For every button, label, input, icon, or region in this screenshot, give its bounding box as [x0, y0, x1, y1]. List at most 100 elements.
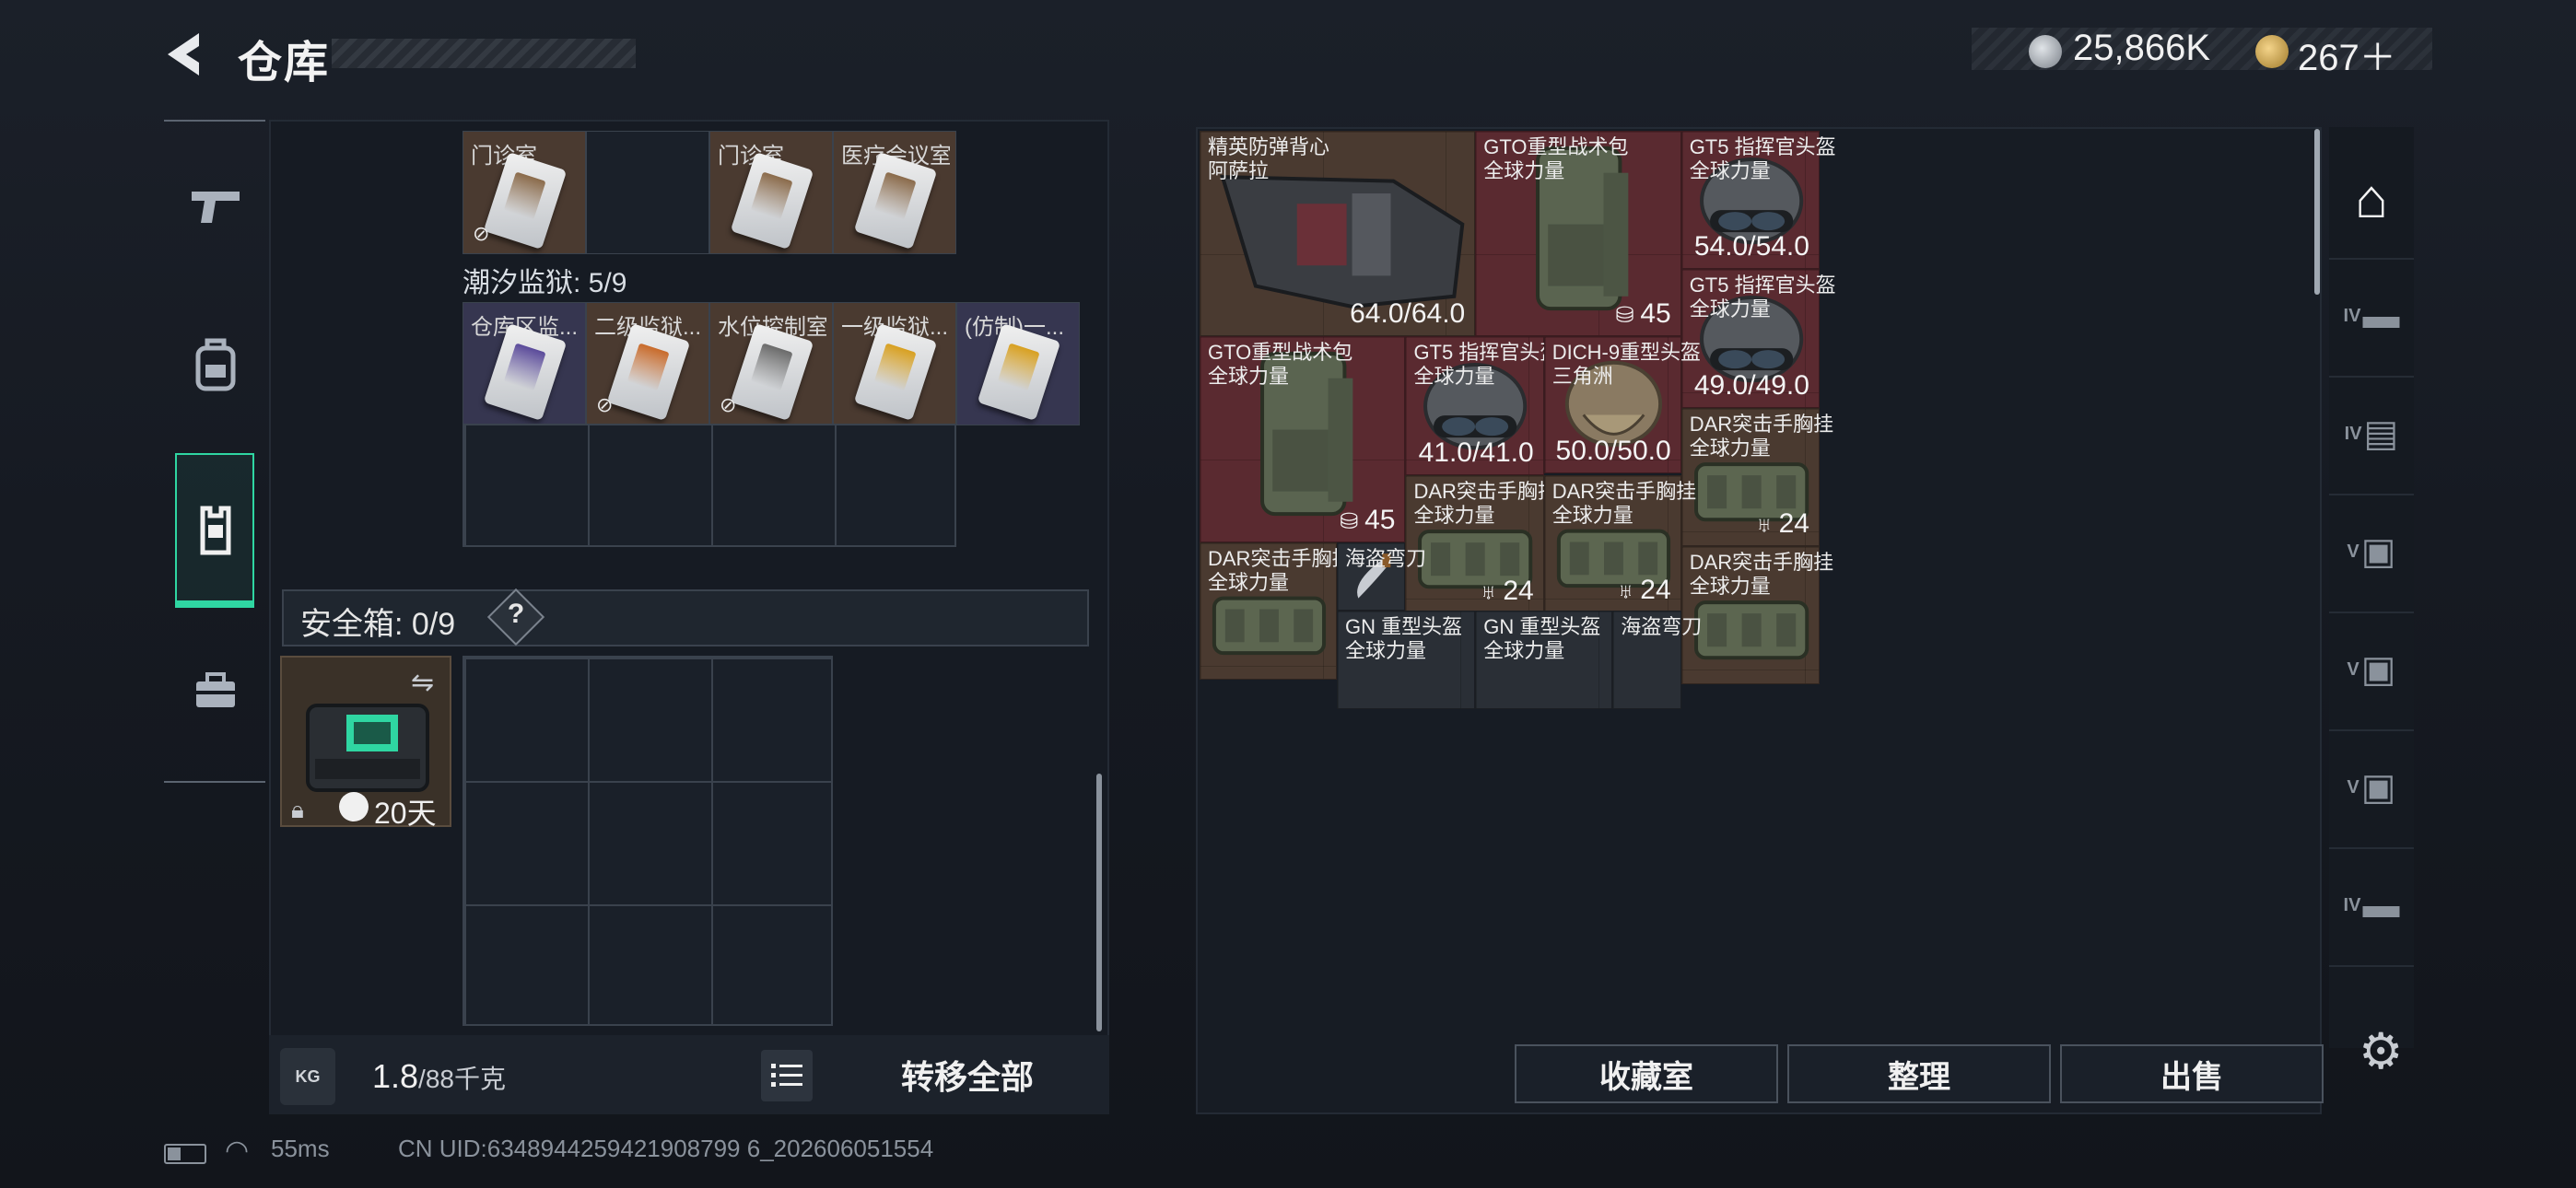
collection-room-button[interactable]: 收藏室 — [1515, 1044, 1778, 1103]
keycard-slot[interactable]: (仿制)一... — [956, 302, 1080, 425]
item-name: DAR突击手胸挂 全球力量 — [1552, 480, 1696, 528]
ping-text: 55ms — [271, 1135, 330, 1162]
right-nav-item[interactable]: V ▣ — [2329, 728, 2414, 849]
inventory-item[interactable]: GT5 指挥官头盔 全球力量 41.0/41.0 — [1405, 336, 1560, 475]
item-maker: 全球力量 — [1689, 436, 1771, 460]
inventory-item[interactable]: DICH-9重型头盔 三角洲 50.0/50.0 — [1543, 336, 1701, 474]
item-maker: 全球力量 — [1689, 297, 1771, 321]
inventory-item[interactable]: 精英防弹背心 阿萨拉 64.0/64.0 — [1200, 131, 1476, 337]
coin-silver-icon — [2029, 35, 2062, 68]
keycard-slot[interactable]: 门诊室 ⊘ — [463, 131, 586, 254]
inventory-item[interactable]: GN 重型头盔 全球力量 — [1475, 611, 1613, 709]
item-capacity: 45 — [1364, 504, 1396, 535]
item-maker: 全球力量 — [1413, 365, 1495, 389]
coin-gold-icon — [2255, 35, 2289, 68]
no-extract-icon: ⊘ — [596, 393, 614, 416]
sort-button[interactable]: 整理 — [1787, 1044, 2051, 1103]
safebox-grid[interactable] — [463, 656, 833, 1026]
weight-max: /88千克 — [418, 1065, 506, 1093]
safebox-item[interactable]: ⇋ 🔒︎ 20天 — [280, 656, 451, 830]
inventory-grid: 精英防弹背心 阿萨拉 64.0/64.0 GTO重型战术包 全球力量 ⛁ 45 GT5 … — [1200, 131, 2305, 1033]
inventory-item[interactable]: DAR突击手胸挂 全球力量 ♅ 24 — [1680, 407, 1833, 546]
item-maker: 全球力量 — [1344, 639, 1426, 663]
swap-icon[interactable]: ⇋ — [411, 667, 434, 699]
keycard-slot[interactable]: 水位控制室 ⊘ — [709, 302, 833, 425]
keycard-slot[interactable]: 二级监狱...⊘ — [586, 302, 709, 425]
back-button[interactable] — [158, 26, 216, 83]
rig-capacity-icon: ♅ — [1480, 580, 1504, 605]
safebox-label: 安全箱: 0/9 — [300, 607, 456, 642]
item-capacity: 24 — [1640, 574, 1671, 605]
left-scrollbar[interactable] — [1096, 774, 1102, 1031]
inventory-item[interactable]: 海盗弯刀 — [1612, 611, 1702, 709]
empty-slot[interactable] — [586, 131, 709, 254]
item-name: GN 重型头盔 全球力量 — [1483, 615, 1600, 663]
inventory-item[interactable]: GN 重型头盔 全球力量 — [1336, 611, 1476, 709]
item-capacity: 24 — [1778, 507, 1809, 539]
right-nav-item[interactable]: IV ▤ — [2329, 374, 2414, 495]
weight-icon: KG — [280, 1048, 335, 1105]
inventory-item[interactable]: GT5 指挥官头盔 全球力量 54.0/54.0 — [1680, 131, 1836, 270]
item-name: GT5 指挥官头盔 全球力量 — [1413, 341, 1560, 389]
currency-gold-value[interactable]: 267＋ — [2298, 28, 2396, 81]
nav-pistol-button[interactable] — [175, 166, 256, 247]
inventory-item[interactable]: DAR突击手胸挂 全球力量 ♅ 24 — [1405, 474, 1558, 613]
item-name: 精英防弹背心 阿萨拉 — [1208, 135, 1329, 183]
right-nav-item[interactable]: V ▣ — [2329, 492, 2414, 613]
nav-toolbox-button[interactable] — [175, 650, 256, 731]
inventory-item[interactable]: GTO重型战术包 全球力量 ⛁ 45 — [1475, 131, 1681, 337]
nav-backpack-button[interactable] — [175, 324, 256, 405]
item-capacity-wrap: ⛁ 45 — [1616, 298, 1671, 330]
item-title: DAR突击手胸挂 — [1208, 546, 1352, 570]
inventory-item[interactable]: DAR突击手胸挂 全球力量 ♅ 24 — [1543, 474, 1696, 612]
list-view-button[interactable] — [761, 1050, 813, 1101]
right-nav-item[interactable]: V ▣ — [2329, 610, 2414, 731]
item-title: DICH-9重型头盔 — [1551, 341, 1702, 365]
vest-icon — [200, 506, 231, 555]
inventory-item[interactable]: DAR突击手胸挂 全球力量 — [1680, 545, 1833, 685]
item-name: GTO重型战术包 全球力量 — [1483, 135, 1628, 183]
empty-slots[interactable] — [463, 424, 956, 547]
tier-label: V — [2347, 658, 2359, 680]
item-capacity: 24 — [1503, 576, 1534, 606]
right-nav-item[interactable]: ⌂ — [2329, 138, 2414, 260]
camera-icon: ▣ — [2360, 649, 2396, 690]
title-stripe — [332, 39, 636, 68]
rifle-icon: ▬ — [2362, 884, 2400, 926]
home-icon: ⌂ — [2354, 167, 2389, 229]
transfer-all-button[interactable]: 转移全部 — [829, 1039, 1106, 1111]
keycard-slot[interactable]: 仓库区监... — [463, 302, 586, 425]
item-durability: 41.0/41.0 — [1418, 437, 1534, 468]
right-nav-item[interactable]: IV ▬ — [2329, 256, 2414, 378]
sell-button[interactable]: 出售 — [2060, 1044, 2324, 1103]
item-maker: 全球力量 — [1413, 503, 1495, 527]
right-nav-item[interactable]: IV ▬ — [2329, 845, 2414, 967]
item-capacity-wrap: ⛁ 45 — [1340, 505, 1395, 536]
item-title: GT5 指挥官头盔 — [1413, 341, 1561, 365]
inventory-item[interactable]: GT5 指挥官头盔 全球力量 49.0/49.0 — [1680, 269, 1836, 408]
keycard-slot[interactable]: 门诊室 — [709, 131, 833, 254]
item-name: DICH-9重型头盔 三角洲 — [1552, 341, 1701, 389]
item-capacity-wrap: ♅ 24 — [1618, 575, 1671, 606]
item-durability: 64.0/64.0 — [1350, 298, 1466, 330]
nav-vest-button[interactable] — [175, 490, 256, 571]
no-extract-icon: ⊘ — [473, 222, 490, 245]
item-maker: 阿萨拉 — [1208, 159, 1270, 182]
item-maker: 全球力量 — [1208, 570, 1290, 594]
right-scrollbar[interactable] — [2314, 129, 2320, 295]
item-name: 海盗弯刀 — [1345, 547, 1426, 571]
item-title: GT5 指挥官头盔 — [1689, 274, 1836, 297]
inventory-item[interactable]: 海盗弯刀 — [1336, 542, 1426, 611]
keycard-slot[interactable]: 一级监狱... — [833, 302, 956, 425]
bag-capacity-icon: ⛁ — [1615, 303, 1641, 329]
gear-icon[interactable]: ⚙ — [2359, 1022, 2403, 1080]
item-name: GT5 指挥官头盔 全球力量 — [1690, 135, 1836, 183]
pistol-icon — [192, 192, 240, 223]
keycard-slot[interactable]: 医疗会议室 — [833, 131, 956, 254]
tier-label: IV — [2343, 305, 2361, 326]
item-name: DAR突击手胸挂 全球力量 — [1690, 551, 1833, 599]
inventory-item[interactable]: DAR突击手胸挂 全球力量 — [1200, 542, 1352, 680]
item-maker: 全球力量 — [1483, 639, 1565, 663]
inventory-item[interactable]: GTO重型战术包 全球力量 ⛁ 45 — [1200, 336, 1406, 542]
item-title: DAR突击手胸挂 — [1413, 479, 1558, 503]
